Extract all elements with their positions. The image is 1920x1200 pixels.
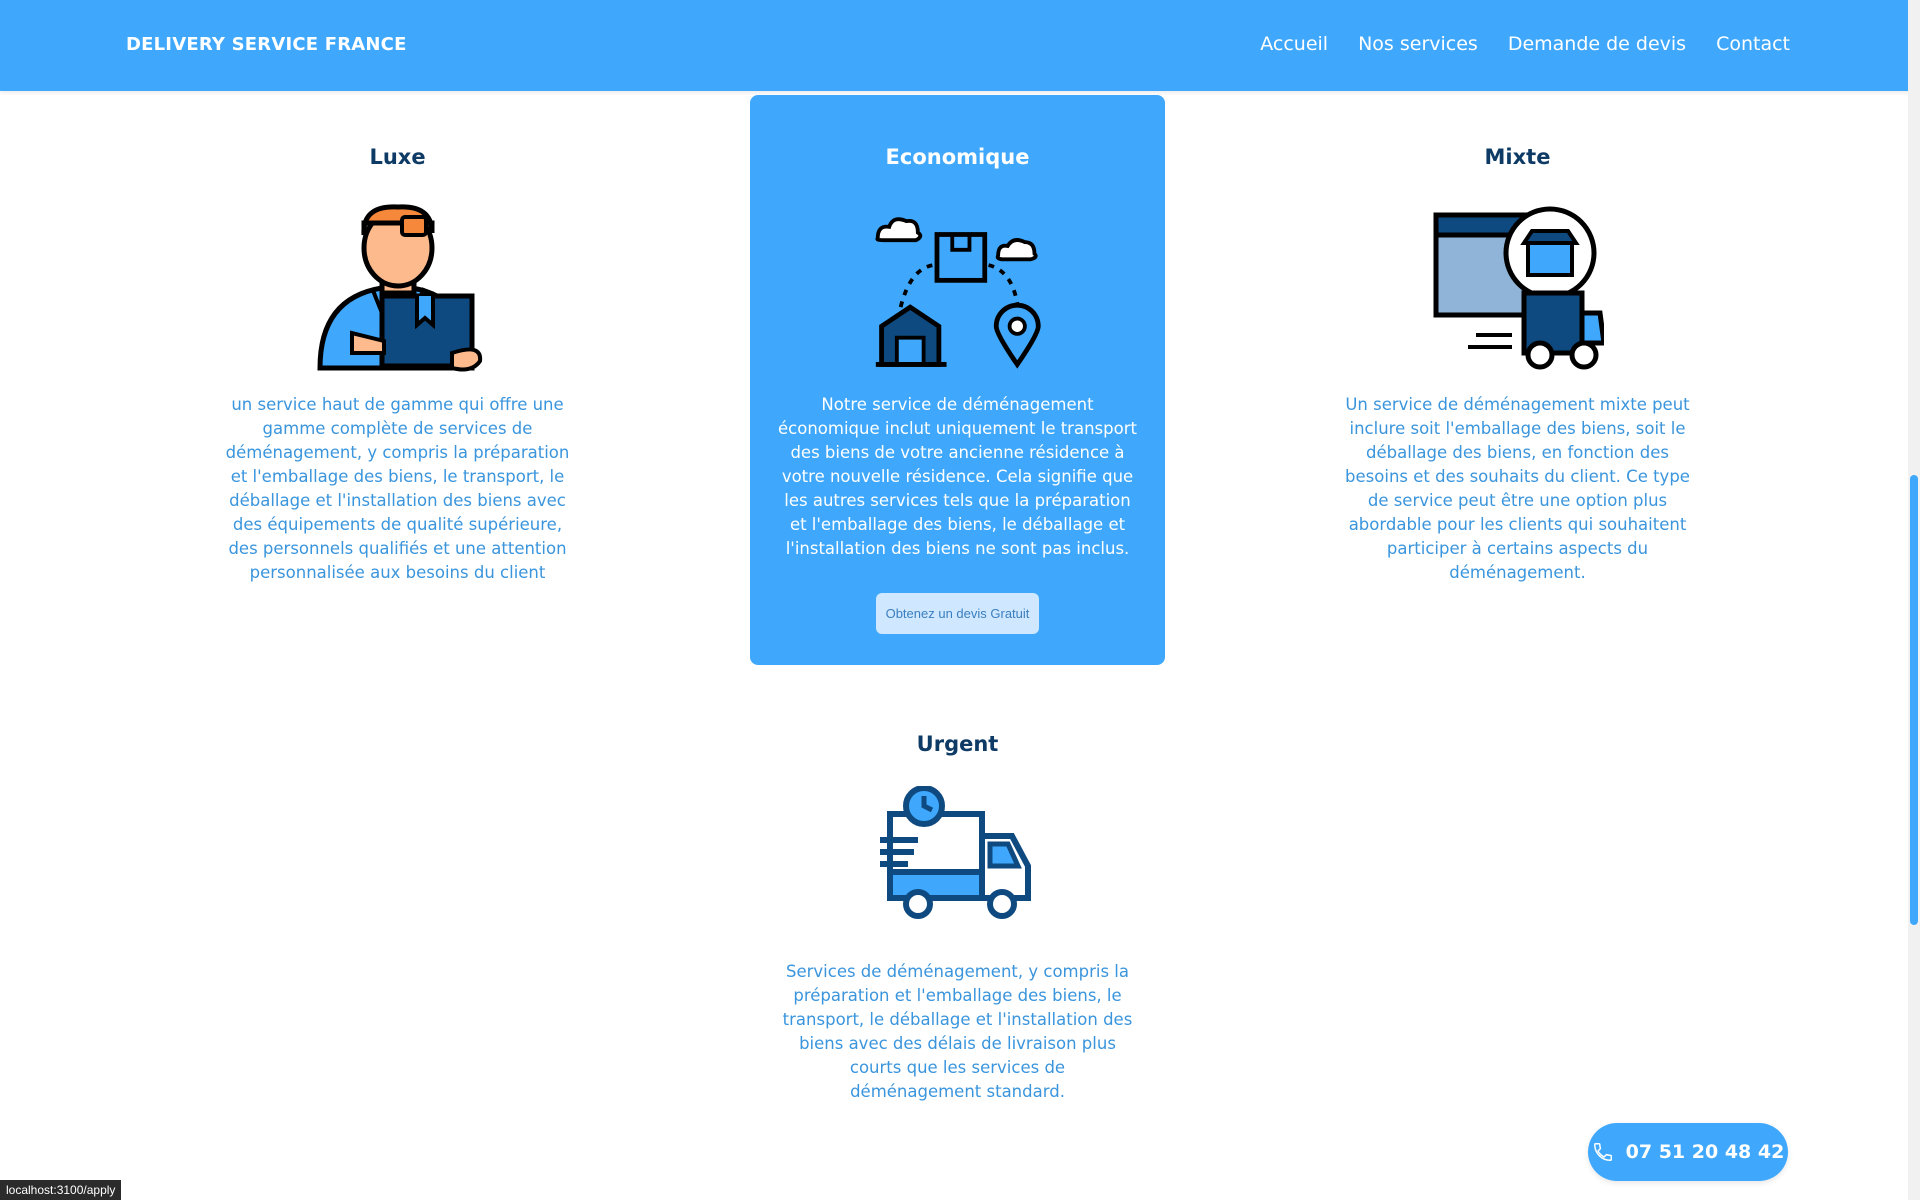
nav-link-accueil[interactable]: Accueil: [1260, 33, 1328, 55]
card-title: Luxe: [369, 145, 426, 169]
card-description: Notre service de déménagement économique…: [778, 395, 1137, 558]
phone-call-button[interactable]: 07 51 20 48 42: [1588, 1123, 1788, 1181]
card-title: Mixte: [1484, 145, 1551, 169]
status-bar-url: localhost:3100/apply: [0, 1180, 122, 1200]
scrollbar-thumb[interactable]: [1910, 475, 1918, 925]
top-navbar: DELIVERY SERVICE FRANCE Accueil Nos serv…: [0, 0, 1920, 91]
page-scrollbar[interactable]: [1908, 0, 1920, 1200]
service-card-luxe: Luxe un service haut de gamme qui offre …: [190, 95, 605, 665]
service-card-urgent: Urgent Services de déménagement, y compr…: [750, 682, 1165, 1104]
nav-link-nos-services[interactable]: Nos services: [1358, 33, 1478, 55]
brand-logo[interactable]: DELIVERY SERVICE FRANCE: [126, 34, 407, 55]
card-title: Economique: [885, 145, 1030, 169]
delivery-man-icon: [316, 204, 482, 372]
free-quote-button[interactable]: Obtenez un devis Gratuit: [875, 593, 1040, 634]
phone-icon: [1593, 1143, 1612, 1161]
phone-number: 07 51 20 48 42: [1625, 1141, 1785, 1163]
parcel-route-icon: [874, 217, 1041, 369]
fast-delivery-truck-icon: [879, 786, 1031, 919]
nav-link-contact[interactable]: Contact: [1716, 33, 1790, 55]
service-card-economique: Economique Notre service de déménagement…: [750, 95, 1165, 665]
service-card-mixte: Mixte Un service de déménagement mixte p…: [1310, 95, 1725, 665]
nav-link-demande-de-devis[interactable]: Demande de devis: [1508, 33, 1686, 55]
nav-menu: Accueil Nos services Demande de devis Co…: [1260, 33, 1790, 55]
card-description: un service haut de gamme qui offre une g…: [225, 395, 570, 582]
online-store-delivery-icon: [1433, 206, 1604, 370]
card-description: Services de déménagement, y compris la p…: [782, 962, 1133, 1101]
card-title: Urgent: [916, 732, 999, 756]
card-description: Un service de déménagement mixte peut in…: [1345, 395, 1690, 582]
